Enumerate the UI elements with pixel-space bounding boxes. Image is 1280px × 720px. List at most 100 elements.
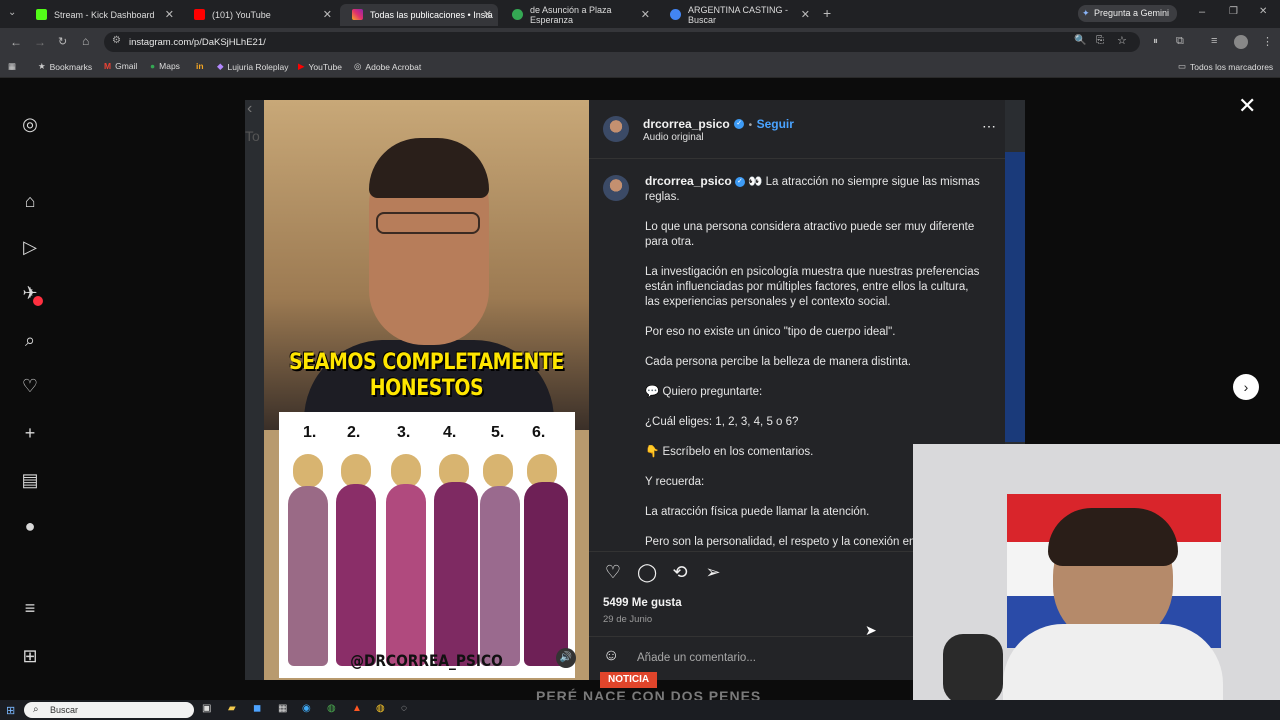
minimize-button[interactable]: – [1199, 6, 1205, 18]
bookmark-label: Maps [159, 61, 180, 71]
reels-icon[interactable]: ▷ [20, 237, 40, 257]
share-icon[interactable]: ➢ [703, 562, 723, 582]
dashboard-icon[interactable]: ▤ [20, 470, 40, 490]
close-tab-icon[interactable]: ✕ [801, 8, 810, 21]
google-icon [670, 9, 681, 20]
close-window-button[interactable]: ✕ [1259, 6, 1267, 17]
bookmark-in[interactable]: in [196, 61, 204, 71]
instagram-logo-icon[interactable]: ◎ [20, 114, 40, 134]
more-options-icon[interactable]: ⋯ [982, 118, 996, 135]
header-divider [589, 158, 1005, 159]
profile-icon[interactable]: ● [20, 516, 40, 536]
close-modal-icon[interactable]: ✕ [1238, 93, 1256, 119]
mute-toggle-icon[interactable]: 🔊 [556, 648, 576, 668]
all-bookmarks[interactable]: ▭ Todos los marcadores [1178, 61, 1273, 72]
close-tab-icon[interactable]: ✕ [483, 8, 492, 21]
separator-dot: • [748, 120, 753, 131]
gemini-button[interactable]: ✦ Pregunta a Gemini [1078, 5, 1178, 22]
bookmark-acrobat[interactable]: ◎ Adobe Acrobat [354, 61, 421, 72]
tab-search-icon[interactable]: ⌄ [8, 7, 16, 18]
like-heart-icon[interactable]: ♡ [603, 562, 623, 582]
repost-icon[interactable]: ⟲ [670, 562, 690, 582]
apps-icon[interactable]: ▦ [8, 61, 16, 72]
bookmark-maps[interactable]: ● Maps [150, 61, 180, 71]
close-tab-icon[interactable]: ✕ [165, 8, 174, 21]
site-info-icon[interactable]: ⚙ [112, 35, 121, 46]
figure-3 [386, 484, 426, 666]
tab-instagram[interactable]: Todas las publicaciones • Insta ✕ [340, 4, 498, 26]
bookmark-label: Bookmarks [49, 61, 93, 72]
bookmark-label: Lujuria Roleplay [227, 61, 289, 72]
comment-icon[interactable]: ◯ [637, 562, 657, 582]
brave-icon[interactable]: ▲ [352, 703, 362, 714]
follow-button[interactable]: Seguir [757, 117, 794, 131]
chrome-icon[interactable]: ◍ [327, 703, 336, 714]
likes-count[interactable]: 5499 Me gusta [603, 597, 682, 609]
omnibox[interactable]: ⚙ instagram.com/p/DaKSjHLhE21/ 🔍 ⎘ ☆ [104, 32, 1140, 52]
bookmark-bookmarks[interactable]: ★ Bookmarks [38, 61, 92, 72]
taskbar-search-label: Buscar [50, 705, 79, 715]
emoji-icon[interactable]: ☺ [603, 647, 619, 665]
create-icon[interactable]: + [20, 423, 40, 443]
also-from-meta-icon[interactable]: ⊞ [20, 646, 40, 666]
search-icon[interactable]: ⌕ [20, 330, 40, 350]
task-view-icon[interactable]: ▣ [202, 703, 211, 714]
reload-button[interactable]: ↻ [58, 35, 67, 48]
bookmark-star-icon[interactable]: ☆ [1117, 34, 1127, 47]
caption-username[interactable]: drcorrea_psico [645, 174, 732, 188]
tab-maps[interactable]: de Asunción a Plaza Esperanza ✕ [500, 4, 656, 26]
bookmark-youtube[interactable]: ▶ YouTube [298, 61, 342, 72]
forward-button[interactable]: → [34, 35, 46, 49]
caption-paragraph: 💬 Quiero preguntarte: [645, 386, 763, 398]
close-tab-icon[interactable]: ✕ [323, 8, 332, 21]
more-menu-icon[interactable]: ≡ [20, 598, 40, 618]
close-tab-icon[interactable]: ✕ [641, 8, 650, 21]
edge-icon[interactable]: ◉ [302, 703, 311, 714]
instagram-icon [352, 9, 363, 20]
taskbar-search[interactable]: ⌕ Buscar [24, 702, 194, 718]
pause-icon[interactable]: ⏸ [1153, 36, 1158, 47]
star-icon: ★ [38, 61, 46, 71]
file-explorer-icon[interactable]: ▰ [228, 703, 236, 714]
tab-youtube[interactable]: (101) YouTube ✕ [182, 4, 338, 26]
previous-post-arrow[interactable]: ‹ [247, 100, 252, 118]
gemini-icon: ✦ [1082, 8, 1090, 18]
tab-title: de Asunción a Plaza Esperanza [530, 5, 612, 25]
author-avatar[interactable] [603, 116, 629, 142]
back-button[interactable]: ← [10, 35, 22, 49]
author-username[interactable]: drcorrea_psico [643, 117, 730, 131]
notifications-heart-icon[interactable]: ♡ [20, 376, 40, 396]
bookmark-label: YouTube [308, 61, 342, 72]
reading-list-icon[interactable]: ≡ [1211, 35, 1217, 47]
comment-input[interactable]: Añade un comentario... [637, 652, 756, 664]
chrome-active-icon[interactable]: ◍ [376, 703, 385, 714]
bookmark-lujuria[interactable]: ◆ Lujuria Roleplay [217, 61, 289, 72]
youtube-icon: ▶ [298, 61, 305, 71]
outlook-icon[interactable]: ◼ [253, 703, 261, 714]
backdrop-flag-edge [1005, 152, 1025, 442]
figure-number: 3. [397, 424, 411, 441]
new-tab-button[interactable]: + [823, 5, 831, 21]
menu-icon[interactable]: ⋮ [1262, 35, 1273, 48]
verified-badge-icon: ✓ [734, 176, 745, 187]
caption-avatar[interactable] [603, 175, 629, 201]
next-post-arrow[interactable]: › [1233, 374, 1259, 400]
install-icon[interactable]: ⎘ [1096, 35, 1104, 46]
image-handle-watermark: @DRCORREA_PSICO [350, 651, 503, 670]
zoom-icon[interactable]: 🔍 [1074, 35, 1086, 46]
obs-icon[interactable]: ◌ [401, 703, 407, 714]
figure-number: 5. [491, 424, 505, 441]
tab-kick[interactable]: Stream - Kick Dashboard ✕ [24, 4, 180, 26]
start-icon[interactable]: ⊞ [6, 704, 15, 717]
home-button[interactable]: ⌂ [82, 34, 89, 48]
maximize-button[interactable]: ❐ [1229, 6, 1238, 17]
extensions-icon[interactable]: ⧉ [1176, 35, 1184, 48]
profile-avatar[interactable] [1234, 35, 1248, 49]
tab-title: Stream - Kick Dashboard [54, 10, 155, 20]
audio-label[interactable]: Audio original [643, 132, 704, 143]
bookmark-gmail[interactable]: M Gmail [104, 61, 137, 71]
store-icon[interactable]: ▦ [278, 703, 287, 714]
home-icon[interactable]: ⌂ [20, 191, 40, 211]
tab-google[interactable]: ARGENTINA CASTING - Buscar ✕ [658, 4, 816, 26]
post-media[interactable]: SEAMOS COMPLETAMENTE HONESTOS 1. 2. 3. 4… [264, 100, 589, 680]
